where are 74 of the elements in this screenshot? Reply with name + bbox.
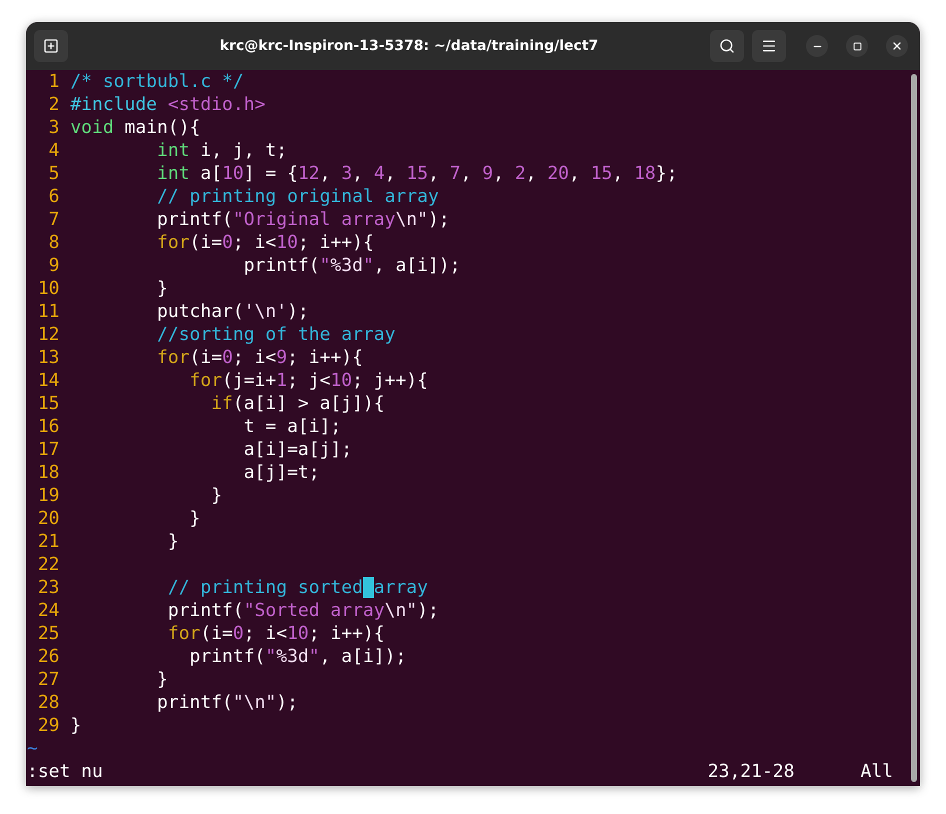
line-number: 7 <box>48 208 60 231</box>
code-line: a[i]=a[j]; <box>242 438 352 461</box>
code-line: } <box>70 714 82 737</box>
code-line: void main(){ <box>70 116 200 139</box>
new-tab-button[interactable] <box>34 30 68 62</box>
line-number: 17 <box>36 438 60 461</box>
code-line: // printing sorted array <box>166 576 428 599</box>
code-line: putchar('\n'); <box>156 300 309 323</box>
scroll-position: All <box>860 760 893 783</box>
line-number: 22 <box>36 553 60 576</box>
cursor-position: 23,21-28 <box>708 760 794 783</box>
maximize-icon <box>852 42 862 50</box>
line-number: 6 <box>48 185 60 208</box>
code-line: } <box>156 668 168 691</box>
line-number: 10 <box>36 277 60 300</box>
line-number: 4 <box>48 139 60 162</box>
code-line: int i, j, t; <box>156 139 288 162</box>
code-line: for(i=0; i<10; i++){ <box>156 231 374 254</box>
code-line: // printing original array <box>156 185 439 208</box>
menu-button[interactable] <box>752 30 786 62</box>
window-title: krc@krc-Inspiron-13-5378: ~/data/training/lect7 <box>220 36 598 56</box>
code-line: printf("\n"); <box>156 691 298 714</box>
line-number: 3 <box>48 116 60 139</box>
plus-square-icon <box>43 38 59 54</box>
line-number: 27 <box>36 668 60 691</box>
line-number: 28 <box>36 691 60 714</box>
line-number: 23 <box>36 576 60 599</box>
code-line: printf("%3d", a[i]); <box>242 254 460 277</box>
line-number: 24 <box>36 599 60 622</box>
scrollbar-thumb[interactable] <box>911 74 917 782</box>
code-line: if(a[i] > a[j]){ <box>210 392 385 415</box>
search-icon <box>719 38 735 54</box>
code-line: } <box>156 277 168 300</box>
code-line: a[j]=t; <box>242 461 320 484</box>
code-line: } <box>166 530 179 553</box>
code-line: //sorting of the array <box>156 323 396 346</box>
code-line: for(i=0; i<9; i++){ <box>156 346 363 369</box>
line-number: 18 <box>36 461 60 484</box>
line-number: 8 <box>48 231 60 254</box>
line-number: 25 <box>36 622 60 645</box>
code-line: t = a[i]; <box>242 415 342 438</box>
command-line: :set nu <box>27 760 103 783</box>
line-number: 2 <box>48 93 60 116</box>
line-number: 14 <box>36 369 60 392</box>
line-number: 13 <box>36 346 60 369</box>
line-number: 1 <box>48 70 60 93</box>
code-line: printf("%3d", a[i]); <box>188 645 406 668</box>
code-line: } <box>188 507 200 530</box>
line-number: 15 <box>36 392 60 415</box>
line-number: 9 <box>48 254 60 277</box>
code-line: #include <stdio.h> <box>70 93 266 116</box>
code-line: } <box>210 484 222 507</box>
line-number: 26 <box>36 645 60 668</box>
code-line: printf("Sorted array\n"); <box>166 599 439 622</box>
code-line: int a[10] = {12, 3, 4, 15, 7, 9, 2, 20, 15, 18}; <box>156 162 678 185</box>
menu-icon <box>761 38 777 54</box>
empty-line-marker: ~ <box>27 738 38 759</box>
code-line: for(i=0; i<10; i++){ <box>166 622 385 645</box>
line-number: 16 <box>36 415 60 438</box>
code-line: /* sortbubl.c */ <box>70 70 244 93</box>
code-line: printf("Original array\n"); <box>156 208 450 231</box>
search-button[interactable] <box>710 30 744 62</box>
close-icon <box>891 40 903 52</box>
line-number: 20 <box>36 507 60 530</box>
line-number: 19 <box>36 484 60 507</box>
minimize-button[interactable] <box>806 35 828 57</box>
line-number: 12 <box>36 323 60 346</box>
line-number: 5 <box>48 162 60 185</box>
maximize-button[interactable] <box>846 35 868 57</box>
close-button[interactable] <box>886 35 908 57</box>
line-number: 29 <box>36 714 60 737</box>
line-number: 11 <box>36 300 60 323</box>
code-line: for(j=i+1; j<10; j++){ <box>188 369 428 392</box>
line-number: 21 <box>36 530 60 553</box>
